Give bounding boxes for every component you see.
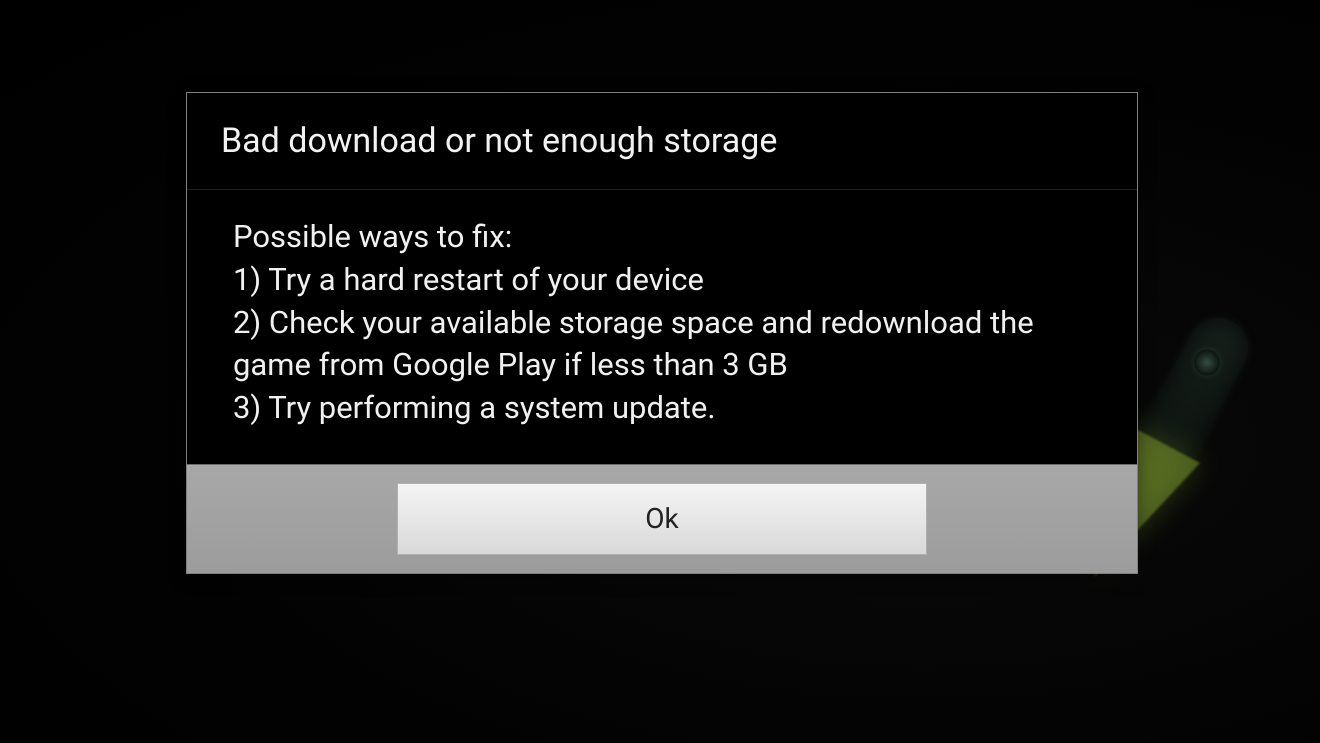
dialog-body-line3: 3) Try performing a system update.	[233, 387, 1091, 430]
dialog-body-line1: 1) Try a hard restart of your device	[233, 259, 1091, 302]
dialog-body: Possible ways to fix: 1) Try a hard rest…	[187, 190, 1137, 464]
ok-button[interactable]: Ok	[397, 483, 927, 555]
dialog-footer: Ok	[187, 464, 1137, 573]
error-dialog: Bad download or not enough storage Possi…	[186, 92, 1138, 574]
dialog-title: Bad download or not enough storage	[187, 93, 1137, 190]
dialog-body-intro: Possible ways to fix:	[233, 216, 1091, 259]
game-background: Bad download or not enough storage Possi…	[0, 0, 1320, 743]
dialog-body-line2: 2) Check your available storage space an…	[233, 302, 1091, 388]
ok-button-label: Ok	[645, 502, 678, 535]
